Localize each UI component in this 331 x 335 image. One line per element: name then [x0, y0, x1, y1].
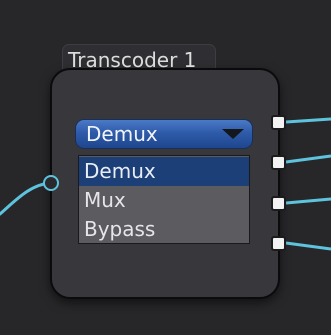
mode-dropdown-menu: Demux Mux Bypass	[78, 155, 250, 244]
menu-option-bypass[interactable]: Bypass	[79, 215, 249, 244]
output-wire-1[interactable]	[285, 117, 331, 124]
mode-dropdown-value: Demux	[86, 122, 158, 146]
node-graph-canvas[interactable]: Transcoder 1 Demux Demux Mux Bypass	[0, 0, 331, 335]
input-wire[interactable]	[0, 181, 53, 216]
chevron-down-icon	[222, 129, 244, 139]
output-wire-4[interactable]	[285, 241, 331, 251]
menu-option-demux[interactable]: Demux	[79, 157, 249, 186]
menu-option-mux[interactable]: Mux	[79, 186, 249, 215]
output-wire-3[interactable]	[285, 197, 331, 205]
input-port[interactable]	[43, 175, 59, 191]
output-port-1[interactable]	[271, 115, 286, 130]
node-title: Transcoder 1	[68, 48, 197, 72]
mode-dropdown[interactable]: Demux	[75, 119, 253, 149]
output-port-2[interactable]	[271, 155, 286, 170]
output-port-4[interactable]	[271, 236, 286, 251]
output-port-3[interactable]	[271, 196, 286, 211]
output-wire-2[interactable]	[285, 154, 331, 164]
